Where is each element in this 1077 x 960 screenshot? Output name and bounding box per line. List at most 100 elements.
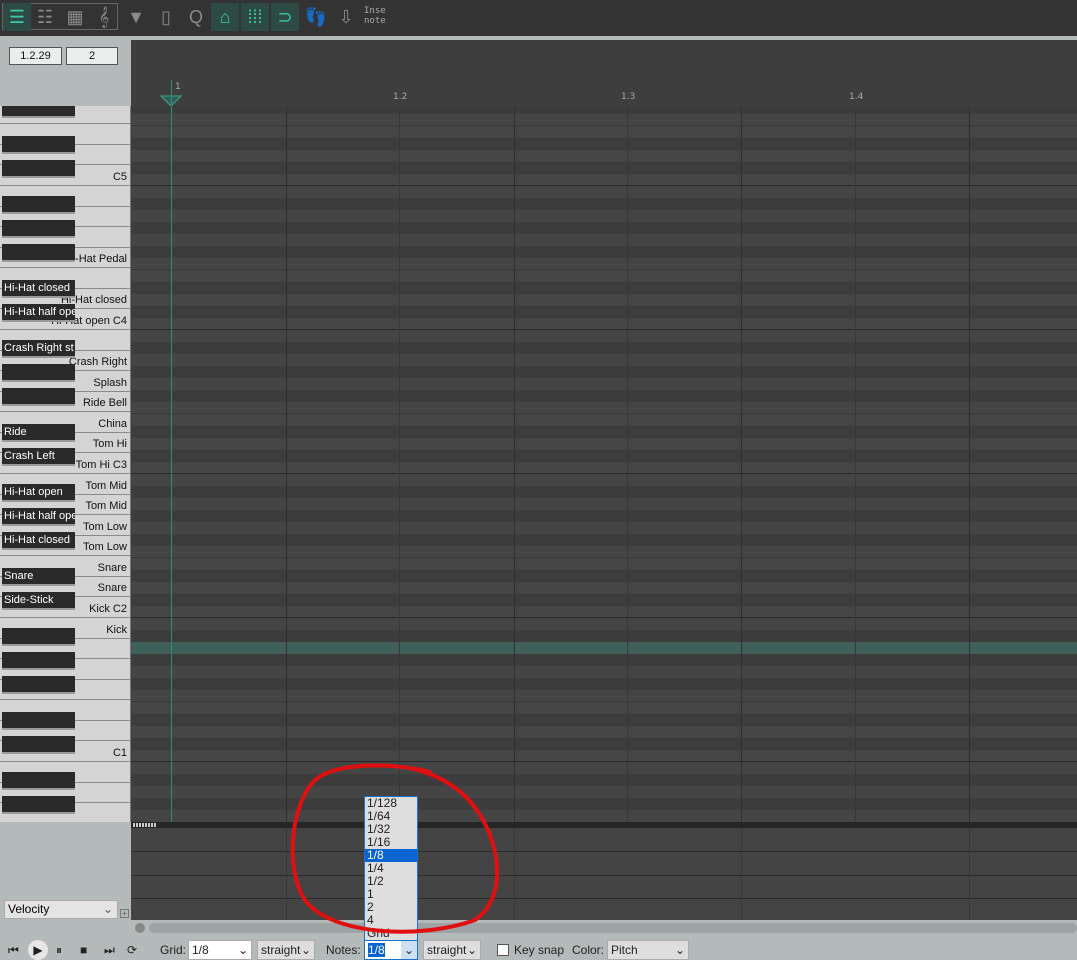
scrollbar-thumb[interactable] (149, 923, 1077, 933)
black-key[interactable] (2, 160, 75, 176)
named-notes-view-button[interactable]: ☷ (31, 3, 59, 31)
grid-row[interactable] (131, 534, 1077, 546)
black-key[interactable]: Hi-Hat closed (2, 532, 75, 548)
black-key[interactable] (2, 796, 75, 812)
grid-row[interactable] (131, 774, 1077, 786)
black-key[interactable]: Snare (2, 568, 75, 584)
black-key[interactable] (2, 772, 75, 788)
scroll-left-icon[interactable] (135, 923, 145, 933)
black-key[interactable]: Hi-Hat closed (2, 280, 75, 296)
velocity-lane[interactable] (131, 828, 1077, 920)
grid-row[interactable] (131, 738, 1077, 750)
grid-row[interactable] (131, 366, 1077, 378)
grid-row[interactable] (131, 354, 1077, 366)
grid-row[interactable] (131, 750, 1077, 762)
grid-row[interactable] (131, 114, 1077, 126)
grid-row[interactable] (131, 438, 1077, 450)
grid-row[interactable] (131, 162, 1077, 174)
grid-row[interactable] (131, 402, 1077, 414)
grid-row[interactable] (131, 666, 1077, 678)
grid-row[interactable] (131, 714, 1077, 726)
grid-row[interactable] (131, 594, 1077, 606)
grid-row[interactable] (131, 786, 1077, 798)
event-list-view-button[interactable]: ▦ (61, 3, 89, 31)
black-key[interactable]: Ride (2, 424, 75, 440)
black-key[interactable]: Hi-Hat half ope (2, 508, 75, 524)
grid-row[interactable] (131, 798, 1077, 810)
black-key[interactable] (2, 244, 75, 260)
grid-row[interactable] (131, 306, 1077, 318)
grid-row[interactable] (131, 498, 1077, 510)
grid-row[interactable] (131, 414, 1077, 426)
pause-icon[interactable]: ⏸ (56, 940, 62, 960)
black-key[interactable] (2, 196, 75, 212)
grid-row[interactable] (131, 270, 1077, 282)
grid-row[interactable] (131, 582, 1077, 594)
grid-row[interactable] (131, 558, 1077, 570)
timeline-ruler[interactable]: 1 1.2 1.3 1.4 (131, 40, 1077, 107)
black-key[interactable] (2, 652, 75, 668)
cc-link-button[interactable]: ⌂ (211, 3, 239, 31)
quantize-button[interactable]: Q (182, 3, 210, 31)
black-key[interactable] (2, 106, 75, 116)
key-snap-checkbox[interactable] (497, 944, 509, 956)
piano-roll-view-button[interactable]: ☰ (3, 3, 31, 31)
grid-row[interactable] (131, 678, 1077, 690)
lane-type-dropdown[interactable]: Velocity ⌄ (4, 900, 118, 919)
grid-row[interactable] (131, 618, 1077, 630)
grid-row[interactable] (131, 198, 1077, 210)
grid-row[interactable] (131, 702, 1077, 714)
grid-row[interactable] (131, 318, 1077, 330)
grid-row[interactable] (131, 150, 1077, 162)
grid-row[interactable] (131, 126, 1077, 138)
skip-start-icon[interactable]: ⏮ (8, 940, 19, 960)
black-key[interactable]: Hi-Hat open (2, 484, 75, 500)
grid-row[interactable] (131, 510, 1077, 522)
grid-row[interactable] (131, 378, 1077, 390)
media-window-button[interactable]: ▯ (152, 3, 180, 31)
piano-keyboard[interactable]: C5 Hi-Hat Pedal Hi-Hat closed Hi-Hat open C… (0, 106, 131, 822)
grid-row[interactable] (131, 546, 1077, 558)
notes-dropdown[interactable]: 1/8 ⌄ (364, 940, 418, 960)
grid-row[interactable] (131, 106, 1077, 114)
black-key[interactable] (2, 136, 75, 152)
horizontal-scrollbar[interactable] (131, 920, 1077, 936)
grid-row[interactable] (131, 654, 1077, 666)
grid-row[interactable] (131, 642, 1077, 654)
black-key[interactable]: Crash Right st (2, 340, 75, 356)
grid-row[interactable] (131, 234, 1077, 246)
grid-row[interactable] (131, 450, 1077, 462)
grid-row[interactable] (131, 186, 1077, 198)
grid-row[interactable] (131, 486, 1077, 498)
snap-grid-button[interactable]: ⁞⁞⁞ (241, 3, 269, 31)
snap-button[interactable]: ⊃ (271, 3, 299, 31)
black-key[interactable] (2, 388, 75, 404)
black-key[interactable]: Side-Stick (2, 592, 75, 608)
black-key[interactable]: Crash Left (2, 448, 75, 464)
grid-row[interactable] (131, 210, 1077, 222)
skip-end-icon[interactable]: ⏭ (104, 940, 115, 960)
black-key[interactable] (2, 712, 75, 728)
add-lane-button[interactable]: + (120, 909, 129, 918)
position-field[interactable]: 1.2.29 (9, 47, 62, 65)
grid-row[interactable] (131, 138, 1077, 150)
grid-row[interactable] (131, 174, 1077, 186)
grid-row[interactable] (131, 222, 1077, 234)
grid-row[interactable] (131, 762, 1077, 774)
grid-row[interactable] (131, 390, 1077, 402)
grid-row[interactable] (131, 810, 1077, 822)
grid-row[interactable] (131, 330, 1077, 342)
black-key[interactable] (2, 628, 75, 644)
black-key[interactable] (2, 676, 75, 692)
insert-note-button[interactable]: ⇩ (332, 3, 360, 31)
grid-row[interactable] (131, 606, 1077, 618)
black-key[interactable] (2, 364, 75, 380)
grid-row[interactable] (131, 258, 1077, 270)
play-icon[interactable]: ▶ (28, 940, 48, 960)
filter-button[interactable]: ▼ (122, 3, 150, 31)
grid-row[interactable] (131, 294, 1077, 306)
stop-icon[interactable]: ■ (80, 940, 87, 960)
grid-row[interactable] (131, 474, 1077, 486)
notation-view-button[interactable]: 𝄞 (90, 3, 118, 31)
black-key[interactable]: Hi-Hat half ope (2, 304, 75, 320)
